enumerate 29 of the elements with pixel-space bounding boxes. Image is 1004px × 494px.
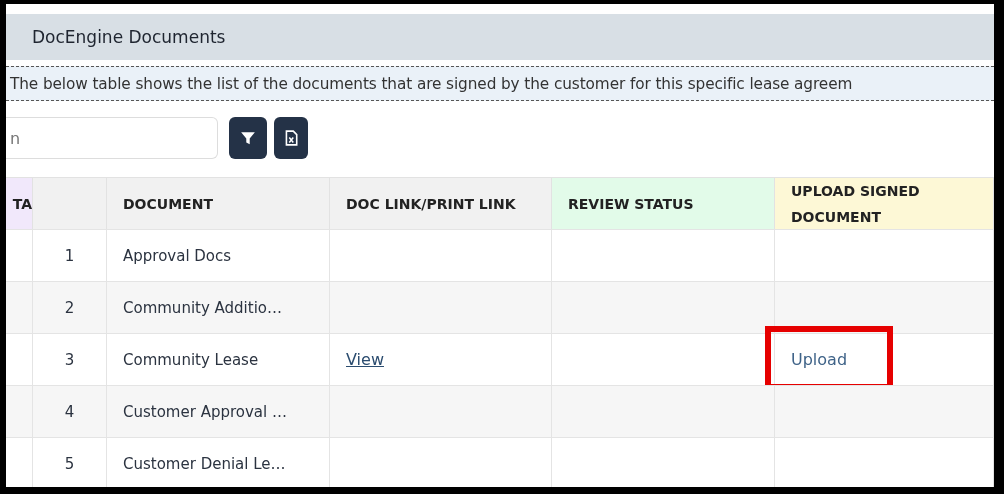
row-number: 4 [33,385,107,437]
panel-title: DocEngine Documents [32,27,226,47]
info-text: The below table shows the list of the documents that are signed by the customer for this specific lease agreem [9,74,853,93]
row-number: 2 [33,281,107,333]
table-cell: Approval Docs [107,229,330,281]
view-link[interactable]: View [346,350,384,369]
search-field[interactable]: n [6,117,218,159]
column-header: DOCUMENT [107,177,330,229]
export-button[interactable] [274,117,308,159]
table-cell: Customer Denial Le… [107,437,330,487]
column-header: TA [6,177,33,229]
upload-link[interactable]: Upload [791,350,848,369]
column-header: REVIEW STATUS [552,177,775,229]
row-number: 1 [33,229,107,281]
filter-button[interactable] [229,117,267,159]
table-cell: Community Lease [107,333,330,385]
spreadsheet-icon [283,130,299,146]
table-cell: Community Additio… [107,281,330,333]
table-cell [6,333,33,385]
column-header: UPLOAD SIGNED DOCUMENT [775,177,994,229]
table-cell: Customer Approval … [107,385,330,437]
column-header: DOC LINK/PRINT LINK [330,177,552,229]
table-cell [6,281,33,333]
row-number: 5 [33,437,107,487]
filter-icon [240,130,256,146]
table-cell [6,229,33,281]
row-number: 3 [33,333,107,385]
table-cell [6,385,33,437]
table-cell [6,437,33,487]
